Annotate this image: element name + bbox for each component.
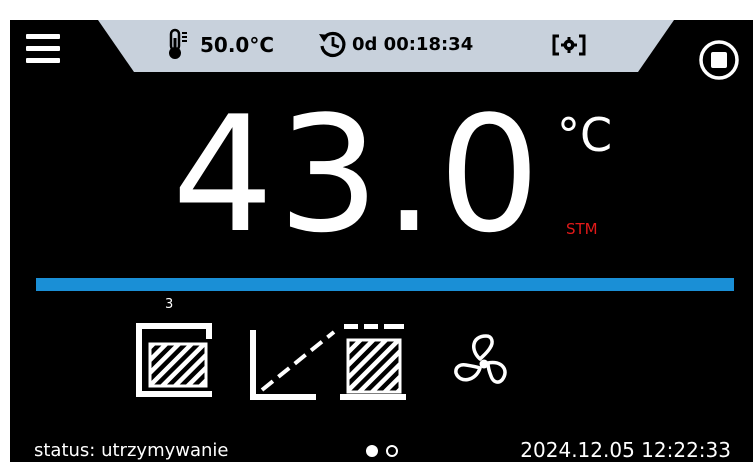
status-text: status: utrzymywanie bbox=[34, 440, 229, 461]
thermometer-icon bbox=[169, 28, 187, 59]
fan-icon[interactable] bbox=[446, 332, 524, 394]
set-temperature: 50.0°C bbox=[200, 33, 275, 57]
chamber-icon[interactable] bbox=[136, 320, 218, 400]
stop-button[interactable] bbox=[698, 39, 740, 81]
timer-icon bbox=[319, 31, 346, 58]
mode-label: STM bbox=[566, 220, 598, 238]
stop-icon bbox=[711, 52, 727, 68]
temperature-unit: °C bbox=[557, 108, 613, 162]
menu-icon bbox=[26, 34, 60, 63]
device-screen: 50.0°C 0d 00:18:34 43.0 °C STM 3 status:… bbox=[10, 20, 753, 462]
ramp-icon[interactable] bbox=[248, 322, 408, 402]
progress-bar bbox=[36, 278, 734, 291]
page-dot-active bbox=[366, 445, 378, 457]
page-dot-inactive bbox=[386, 445, 398, 457]
current-temperature: 43.0 bbox=[172, 81, 545, 268]
page-indicator[interactable] bbox=[364, 444, 410, 458]
date-time: 2024.12.05 12:22:33 bbox=[520, 438, 731, 462]
timer-readout: 0d 00:18:34 bbox=[352, 34, 474, 55]
program-index: 3 bbox=[165, 297, 174, 312]
camera-settings-icon[interactable] bbox=[552, 33, 586, 57]
menu-button[interactable] bbox=[26, 34, 60, 70]
